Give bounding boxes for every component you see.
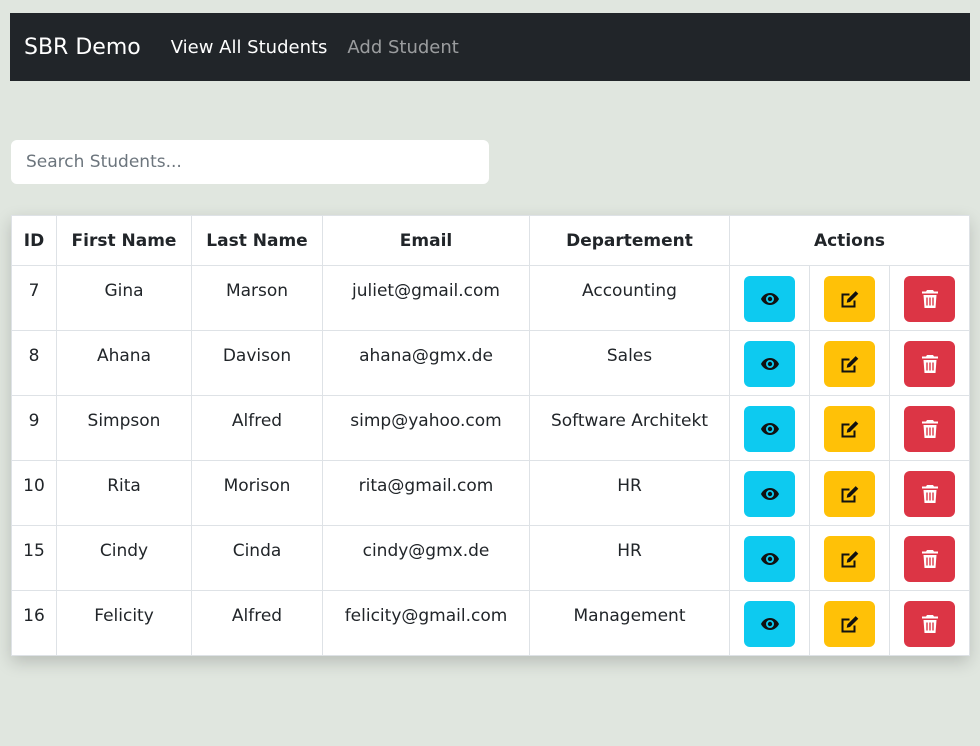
cell-action-view xyxy=(729,265,810,331)
cell-id: 16 xyxy=(11,590,57,656)
cell-first-name: Felicity xyxy=(56,590,192,656)
table-row: 8 Ahana Davison ahana@gmx.de Sales xyxy=(11,330,970,396)
view-button[interactable] xyxy=(744,471,795,517)
cell-email: simp@yahoo.com xyxy=(322,395,530,461)
edit-button[interactable] xyxy=(824,406,875,452)
cell-first-name: Ahana xyxy=(56,330,192,396)
cell-last-name: Alfred xyxy=(191,590,323,656)
cell-last-name: Cinda xyxy=(191,525,323,591)
edit-button[interactable] xyxy=(824,471,875,517)
delete-button[interactable] xyxy=(904,341,955,387)
nav-link-add-student[interactable]: Add Student xyxy=(347,37,458,58)
view-button[interactable] xyxy=(744,601,795,647)
table-row: 7 Gina Marson juliet@gmail.com Accounting xyxy=(11,265,970,331)
view-button[interactable] xyxy=(744,536,795,582)
cell-action-view xyxy=(729,590,810,656)
students-table-container: ID First Name Last Name Email Departemen… xyxy=(11,215,970,656)
table-row: 16 Felicity Alfred felicity@gmail.com Manage… xyxy=(11,590,970,656)
cell-department: Software Architekt xyxy=(529,395,730,461)
cell-last-name: Morison xyxy=(191,460,323,526)
nav-link-view-all-students[interactable]: View All Students xyxy=(171,37,328,58)
header-id: ID xyxy=(11,215,57,266)
header-last-name: Last Name xyxy=(191,215,323,266)
view-button[interactable] xyxy=(744,276,795,322)
cell-action-edit xyxy=(809,330,890,396)
cell-first-name: Cindy xyxy=(56,525,192,591)
cell-action-edit xyxy=(809,590,890,656)
cell-department: Sales xyxy=(529,330,730,396)
delete-button[interactable] xyxy=(904,276,955,322)
students-table: ID First Name Last Name Email Departemen… xyxy=(11,215,970,656)
cell-last-name: Davison xyxy=(191,330,323,396)
cell-email: ahana@gmx.de xyxy=(322,330,530,396)
cell-action-edit xyxy=(809,265,890,331)
cell-action-edit xyxy=(809,460,890,526)
cell-id: 8 xyxy=(11,330,57,396)
cell-action-edit xyxy=(809,395,890,461)
cell-action-view xyxy=(729,395,810,461)
cell-email: cindy@gmx.de xyxy=(322,525,530,591)
view-button[interactable] xyxy=(744,406,795,452)
table-row: 15 Cindy Cinda cindy@gmx.de HR xyxy=(11,525,970,591)
delete-button[interactable] xyxy=(904,406,955,452)
cell-action-delete xyxy=(889,330,970,396)
edit-button[interactable] xyxy=(824,341,875,387)
cell-id: 15 xyxy=(11,525,57,591)
delete-button[interactable] xyxy=(904,471,955,517)
cell-last-name: Marson xyxy=(191,265,323,331)
cell-department: Management xyxy=(529,590,730,656)
edit-button[interactable] xyxy=(824,601,875,647)
view-button[interactable] xyxy=(744,341,795,387)
cell-email: juliet@gmail.com xyxy=(322,265,530,331)
cell-department: HR xyxy=(529,460,730,526)
edit-button[interactable] xyxy=(824,276,875,322)
cell-department: Accounting xyxy=(529,265,730,331)
table-row: 10 Rita Morison rita@gmail.com HR xyxy=(11,460,970,526)
cell-action-delete xyxy=(889,525,970,591)
cell-action-view xyxy=(729,460,810,526)
cell-action-delete xyxy=(889,590,970,656)
table-body: 7 Gina Marson juliet@gmail.com Accounting 8 Ah… xyxy=(11,265,970,656)
header-email: Email xyxy=(322,215,530,266)
cell-last-name: Alfred xyxy=(191,395,323,461)
delete-button[interactable] xyxy=(904,601,955,647)
delete-button[interactable] xyxy=(904,536,955,582)
cell-id: 7 xyxy=(11,265,57,331)
cell-action-delete xyxy=(889,460,970,526)
search-input[interactable] xyxy=(11,140,489,184)
navbar: SBR Demo View All Students Add Student xyxy=(10,13,970,81)
cell-id: 10 xyxy=(11,460,57,526)
cell-action-delete xyxy=(889,395,970,461)
table-header-row: ID First Name Last Name Email Departemen… xyxy=(11,215,970,266)
header-actions: Actions xyxy=(729,215,970,266)
cell-action-delete xyxy=(889,265,970,331)
cell-email: felicity@gmail.com xyxy=(322,590,530,656)
cell-department: HR xyxy=(529,525,730,591)
cell-action-edit xyxy=(809,525,890,591)
header-first-name: First Name xyxy=(56,215,192,266)
table-row: 9 Simpson Alfred simp@yahoo.com Software Arc… xyxy=(11,395,970,461)
edit-button[interactable] xyxy=(824,536,875,582)
cell-action-view xyxy=(729,330,810,396)
cell-email: rita@gmail.com xyxy=(322,460,530,526)
cell-first-name: Rita xyxy=(56,460,192,526)
cell-first-name: Gina xyxy=(56,265,192,331)
cell-id: 9 xyxy=(11,395,57,461)
brand-link[interactable]: SBR Demo xyxy=(24,35,141,60)
cell-first-name: Simpson xyxy=(56,395,192,461)
cell-action-view xyxy=(729,525,810,591)
header-department: Departement xyxy=(529,215,730,266)
